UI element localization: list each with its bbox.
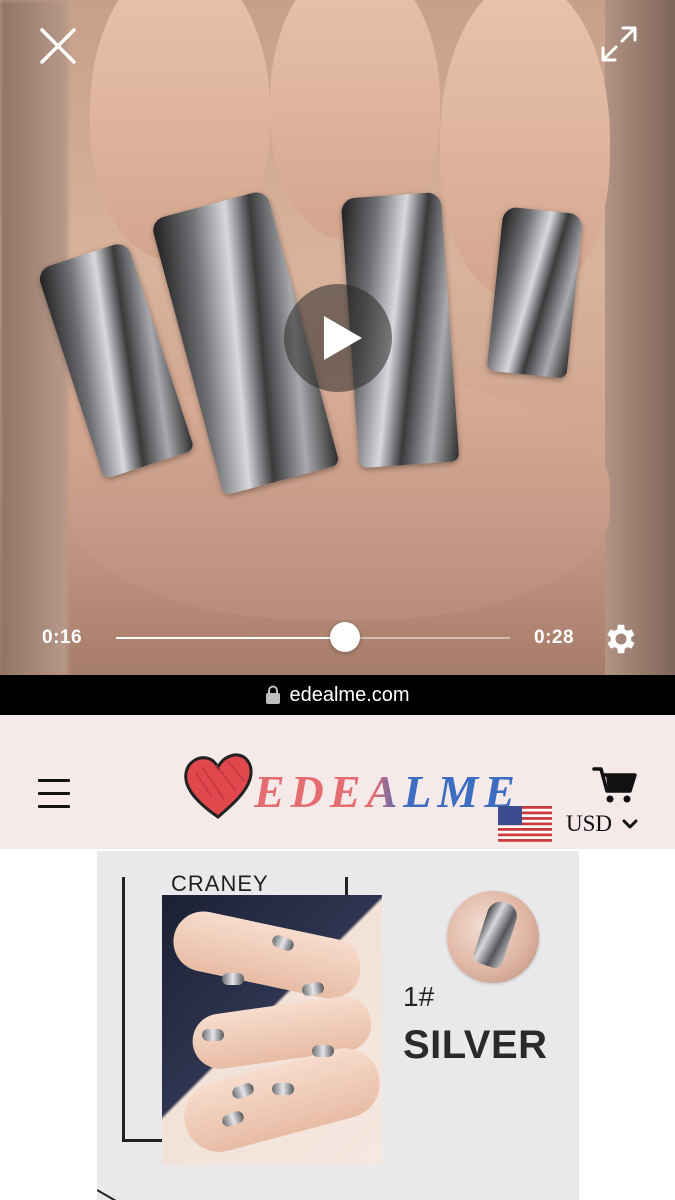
menu-button[interactable] (38, 779, 72, 809)
expand-icon (601, 26, 637, 62)
hamburger-menu-icon (38, 779, 72, 808)
close-button[interactable] (36, 24, 80, 68)
cart-icon (592, 767, 637, 803)
seek-bar-progress (116, 637, 345, 639)
heart-logo-icon (184, 753, 253, 819)
site-header: EDEALME USD (0, 715, 675, 849)
product-image[interactable]: CRANEY 1# SILVER (97, 851, 579, 1200)
currency-label: USD (566, 811, 613, 836)
url-domain: edealme.com (289, 683, 410, 706)
settings-gear-icon (607, 624, 635, 654)
close-icon (40, 28, 76, 64)
chevron-down-icon (622, 819, 638, 829)
shade-number: 1# (403, 981, 435, 1012)
url-bar[interactable]: edealme.com (0, 675, 675, 715)
hand-photo (162, 895, 388, 1165)
seek-thumb[interactable] (329, 622, 360, 652)
us-flag-icon (498, 806, 552, 842)
play-icon (324, 316, 362, 360)
duration: 0:28 (534, 627, 575, 648)
currency-selector[interactable]: USD (498, 805, 638, 843)
color-swatch (447, 891, 539, 983)
cart-button[interactable] (592, 765, 638, 805)
nail (486, 206, 584, 379)
video-player[interactable]: 0:16 0:28 (0, 0, 675, 675)
decorative-line (97, 1189, 133, 1200)
settings-button[interactable] (602, 620, 640, 658)
brand-name: CRANEY (167, 871, 273, 897)
current-time: 0:16 (42, 627, 83, 648)
fullscreen-button[interactable] (599, 24, 639, 64)
shade-name: SILVER (403, 1023, 548, 1067)
logo-text: EDEALME (254, 766, 521, 817)
seek-bar[interactable] (116, 622, 510, 652)
lock-icon (266, 685, 281, 704)
play-button[interactable] (284, 284, 392, 392)
video-blur-right (605, 0, 675, 675)
site-logo[interactable]: EDEALME (182, 751, 515, 823)
